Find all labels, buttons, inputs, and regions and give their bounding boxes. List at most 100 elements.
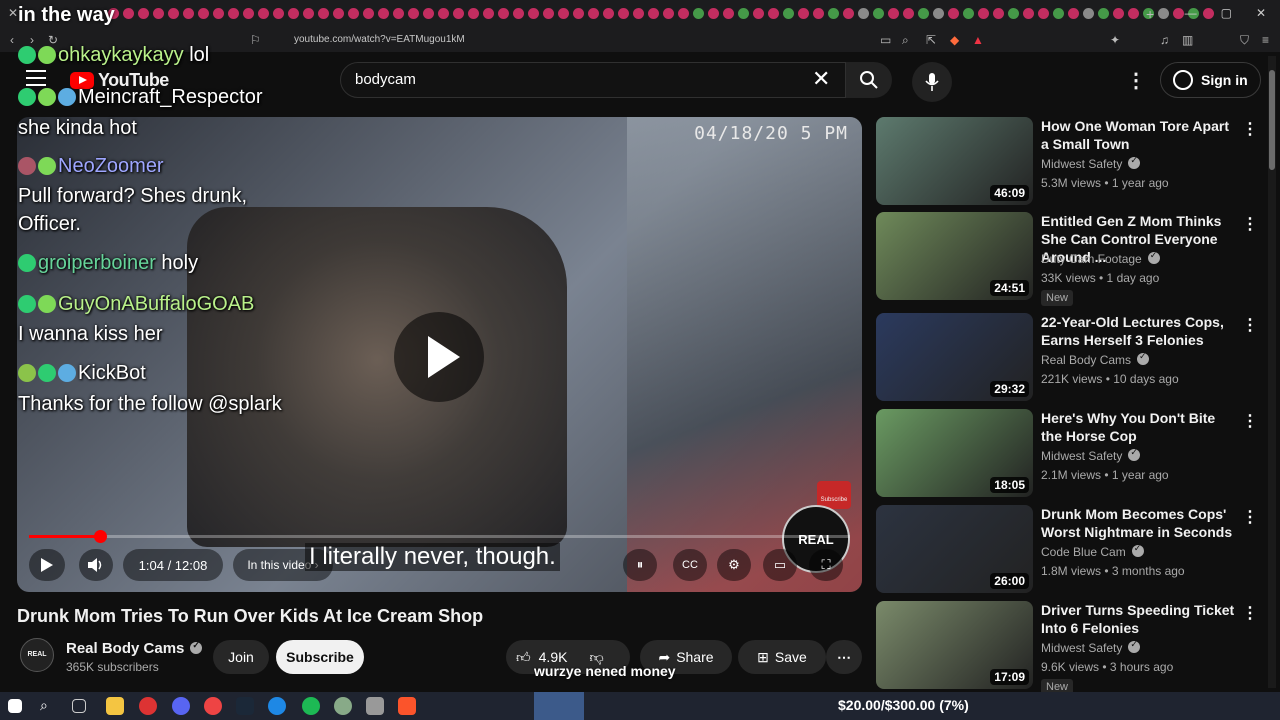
scrollbar-thumb[interactable]: [1269, 70, 1275, 170]
more-options-icon[interactable]: ⋮: [1242, 214, 1258, 234]
save-button[interactable]: ⊞ Save: [738, 640, 826, 674]
tab-favicon-icon[interactable]: [213, 8, 224, 19]
channel-name-text[interactable]: Real Body Cams: [66, 640, 184, 657]
close-window-icon[interactable]: ✕: [1256, 6, 1266, 20]
media-icon[interactable]: ♫: [1160, 33, 1169, 47]
tab-favicon-icon[interactable]: [933, 8, 944, 19]
tab-favicon-icon[interactable]: [648, 8, 659, 19]
recommended-channel[interactable]: Real Body Cams: [1041, 351, 1150, 367]
tab-favicon-icon[interactable]: [333, 8, 344, 19]
recommended-video[interactable]: 46:09 How One Woman Tore Apart a Small To…: [876, 117, 1266, 205]
tab-favicon-icon[interactable]: [963, 8, 974, 19]
forward-icon[interactable]: ›: [30, 33, 34, 47]
youtube-logo[interactable]: YouTube: [70, 70, 169, 91]
recommended-video-title[interactable]: Driver Turns Speeding Ticket Into 6 Felo…: [1041, 601, 1236, 637]
channel-name[interactable]: Real Body Cams: [66, 640, 203, 657]
video-thumbnail[interactable]: 18:05: [876, 409, 1033, 497]
tab-favicon-icon[interactable]: [678, 8, 689, 19]
steam-icon[interactable]: [236, 697, 254, 715]
tab-favicon-icon[interactable]: [558, 8, 569, 19]
recommended-video[interactable]: 24:51 Entitled Gen Z Mom Thinks She Can C…: [876, 212, 1266, 306]
bookmark-icon[interactable]: ⚐: [250, 33, 261, 47]
recommended-video-title[interactable]: Here's Why You Don't Bite the Horse Cop: [1041, 409, 1236, 445]
tab-favicon-icon[interactable]: [483, 8, 494, 19]
tab-favicon-icon[interactable]: [1023, 8, 1034, 19]
tab-favicon-icon[interactable]: [1068, 8, 1079, 19]
channel-avatar[interactable]: REAL: [20, 638, 54, 672]
app-icon-3[interactable]: [366, 697, 384, 715]
maximize-icon[interactable]: ▢: [1221, 6, 1232, 20]
tab-favicon-icon[interactable]: [603, 8, 614, 19]
recommended-channel[interactable]: Code Blue Cam: [1041, 543, 1144, 559]
voice-search-button[interactable]: [912, 62, 952, 102]
spotify-icon[interactable]: [302, 697, 320, 715]
recommended-video-title[interactable]: 22-Year-Old Lectures Cops, Earns Herself…: [1041, 313, 1236, 349]
tab-favicon-icon[interactable]: [1128, 8, 1139, 19]
tab-favicon-icon[interactable]: [903, 8, 914, 19]
brave-icon[interactable]: [398, 697, 416, 715]
search-input[interactable]: bodycam: [340, 62, 846, 98]
tab-favicon-icon[interactable]: [183, 8, 194, 19]
cast-icon[interactable]: ▭: [880, 33, 891, 47]
page-scrollbar[interactable]: [1268, 56, 1276, 688]
shield-icon[interactable]: ⛉: [1240, 33, 1249, 48]
video-thumbnail[interactable]: 29:32: [876, 313, 1033, 401]
task-view-icon[interactable]: [72, 699, 86, 713]
join-button[interactable]: Join: [213, 640, 269, 674]
video-thumbnail[interactable]: 24:51: [876, 212, 1033, 300]
like-icon[interactable]: 👍︎: [516, 649, 531, 666]
app-icon-2[interactable]: [334, 697, 352, 715]
clear-search-icon[interactable]: ✕: [812, 66, 830, 92]
sidebar-icon[interactable]: ▥: [1182, 33, 1193, 47]
sign-in-button[interactable]: Sign in: [1160, 62, 1261, 98]
new-tab-icon[interactable]: +: [1146, 6, 1154, 22]
recommended-video[interactable]: 26:00 Drunk Mom Becomes Cops' Worst Night…: [876, 505, 1266, 593]
tab-favicon-icon[interactable]: [1038, 8, 1049, 19]
browser-menu-icon[interactable]: ≡: [1262, 33, 1269, 47]
recommended-channel[interactable]: Midwest Safety: [1041, 155, 1141, 171]
active-taskbar-item[interactable]: [534, 692, 584, 720]
recommended-channel-name[interactable]: Midwest Safety: [1041, 449, 1122, 463]
settings-menu-icon[interactable]: ⋮: [1126, 68, 1146, 93]
recommended-channel-name[interactable]: Real Body Cams: [1041, 353, 1131, 367]
tab-favicon-icon[interactable]: [318, 8, 329, 19]
recommended-channel-name[interactable]: Code Blue Cam: [1041, 545, 1126, 559]
search-button[interactable]: [846, 62, 892, 98]
hamburger-menu-icon[interactable]: [26, 70, 46, 86]
tab-favicon-icon[interactable]: [873, 8, 884, 19]
tab-favicon-icon[interactable]: [468, 8, 479, 19]
tab-favicon-icon[interactable]: [288, 8, 299, 19]
tab-favicon-icon[interactable]: [978, 8, 989, 19]
settings-gear-icon[interactable]: ⚙: [717, 549, 751, 581]
tab-favicon-icon[interactable]: [153, 8, 164, 19]
tab-favicon-icon[interactable]: [228, 8, 239, 19]
tab-favicon-icon[interactable]: [693, 8, 704, 19]
app-icon[interactable]: [139, 697, 157, 715]
tab-favicon-icon[interactable]: [1083, 8, 1094, 19]
video-player[interactable]: 04/18/20 5 PM Subscribe REAL 1:04 / 12:0…: [17, 117, 862, 592]
tab-favicon-icon[interactable]: [783, 8, 794, 19]
captions-icon[interactable]: CC: [673, 549, 707, 581]
tab-favicon-icon[interactable]: [1113, 8, 1124, 19]
tab-favicon-icon[interactable]: [108, 8, 119, 19]
tab-favicon-icon[interactable]: [1158, 8, 1169, 19]
more-options-icon[interactable]: ⋮: [1242, 315, 1258, 335]
recommended-channel-name[interactable]: Duty Cam Footage: [1041, 252, 1142, 266]
tab-favicon-icon[interactable]: [588, 8, 599, 19]
large-play-icon[interactable]: [394, 312, 484, 402]
tab-favicon-icon[interactable]: [168, 8, 179, 19]
tab-favicon-icon[interactable]: [498, 8, 509, 19]
url-field[interactable]: youtube.com/watch?v=EATMugou1kM: [270, 32, 850, 48]
more-options-icon[interactable]: ⋮: [1242, 603, 1258, 623]
tab-favicon-icon[interactable]: [138, 8, 149, 19]
recommended-video[interactable]: 17:09 Driver Turns Speeding Ticket Into 6…: [876, 601, 1266, 692]
tab-favicon-icon[interactable]: [738, 8, 749, 19]
tab-favicon-icon[interactable]: [768, 8, 779, 19]
tab-favicon-icon[interactable]: [198, 8, 209, 19]
tab-favicon-icon[interactable]: [528, 8, 539, 19]
tab-favicon-icon[interactable]: [813, 8, 824, 19]
tab-favicon-icon[interactable]: [273, 8, 284, 19]
tab-favicon-icon[interactable]: [1098, 8, 1109, 19]
zoom-icon[interactable]: ⌕: [902, 33, 909, 48]
tab-favicon-icon[interactable]: [543, 8, 554, 19]
